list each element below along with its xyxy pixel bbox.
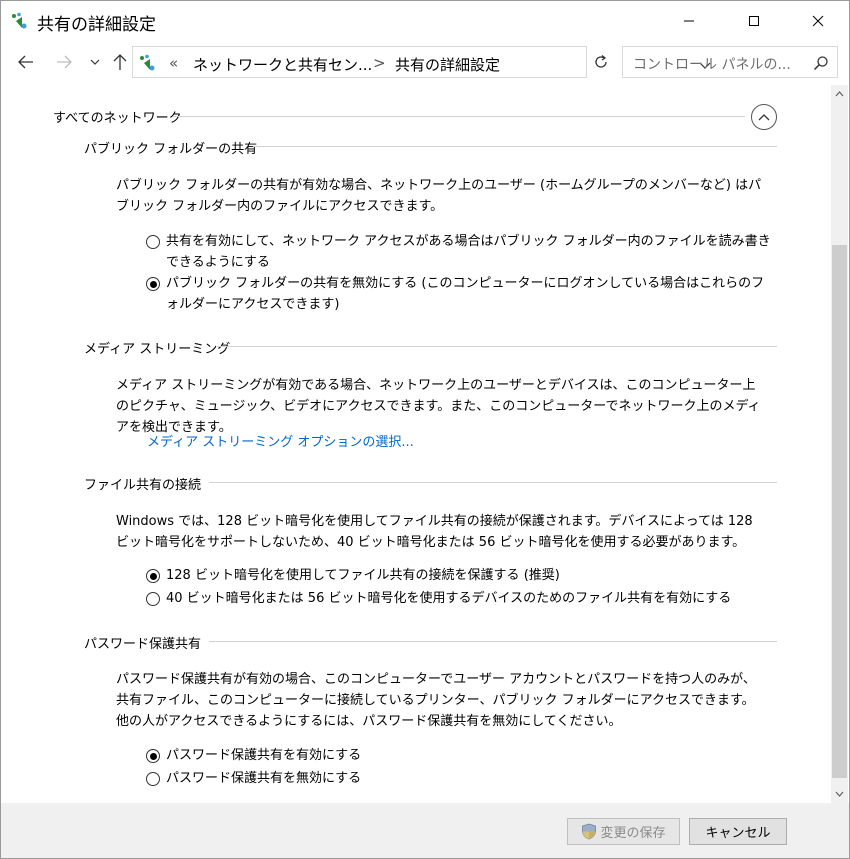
window: 共有の詳細設定 « ネットワークと共有セン... > 共有の詳細設定 コントロー… [0, 0, 850, 859]
media-streaming-heading: メディア ストリーミング [84, 342, 231, 357]
divider [173, 116, 745, 117]
public-folder-sharing-heading: パブリック フォルダーの共有 [84, 142, 258, 157]
breadcrumb-separator[interactable]: > [373, 54, 386, 72]
option-label[interactable]: 128 ビット暗号化を使用してファイル共有の接続を保護する (推奨) [166, 565, 560, 586]
save-changes-label: 変更の保存 [600, 826, 666, 841]
divider [253, 146, 777, 147]
search-input[interactable]: コントロール パネルの... [633, 54, 791, 74]
password-protected-sharing-description: パスワード保護共有が有効の場合、このコンピューターでユーザー アカウントとパスワ… [116, 672, 756, 729]
file-sharing-connections-description: Windows では、128 ビット暗号化を使用してファイル共有の接続が保護され… [116, 514, 753, 550]
radio-button[interactable] [146, 277, 160, 291]
maximize-icon [749, 16, 759, 26]
settings-content: すべてのネットワーク パブリック フォルダーの共有 パブリック フォルダーの共有… [1, 85, 831, 803]
search-box[interactable]: コントロール パネルの... [622, 46, 838, 78]
option-label[interactable]: パスワード保護共有を無効にする [166, 768, 361, 789]
option-label[interactable]: 40 ビット暗号化または 56 ビット暗号化を使用するデバイスのためのファイル共… [166, 588, 731, 609]
option-label[interactable]: 共有を有効にして、ネットワーク アクセスがある場合はパブリック フォルダー内のフ… [166, 231, 776, 273]
public-sharing-off-option[interactable]: パブリック フォルダーの共有を無効にする (このコンピューターにログオンしている… [146, 273, 776, 315]
password-sharing-off-option[interactable]: パスワード保護共有を無効にする [146, 768, 776, 789]
breadcrumb-overflow[interactable]: « [169, 54, 178, 72]
search-icon[interactable] [813, 55, 829, 75]
option-label[interactable]: パスワード保護共有を有効にする [166, 745, 361, 766]
close-button[interactable] [795, 1, 841, 41]
chevron-down-icon [90, 59, 100, 65]
cancel-button[interactable]: キャンセル [689, 818, 787, 845]
network-icon [11, 12, 29, 30]
radio-button[interactable] [146, 569, 160, 583]
password-protected-sharing-heading: パスワード保護共有 [84, 637, 202, 652]
scroll-down-button[interactable] [831, 785, 848, 802]
divider [209, 641, 777, 642]
collapse-button[interactable] [751, 104, 777, 130]
public-sharing-on-option[interactable]: 共有を有効にして、ネットワーク アクセスがある場合はパブリック フォルダー内のフ… [146, 231, 776, 273]
recent-locations-button[interactable] [84, 51, 106, 73]
all-networks-heading: すべてのネットワーク [53, 111, 182, 126]
address-bar[interactable]: « ネットワークと共有セン... > 共有の詳細設定 [132, 46, 711, 78]
radio-button[interactable] [146, 235, 160, 249]
refresh-button[interactable] [589, 46, 613, 78]
save-changes-button[interactable]: 変更の保存 [567, 818, 680, 845]
title-bar: 共有の詳細設定 [1, 1, 849, 41]
chevron-up-icon [758, 114, 770, 121]
back-button[interactable] [15, 51, 37, 73]
option-label[interactable]: パブリック フォルダーの共有を無効にする (このコンピューターにログオンしている… [166, 273, 776, 315]
footer-bar: 変更の保存 キャンセル [1, 803, 849, 858]
media-streaming-description: メディア ストリーミングが有効である場合、ネットワーク上のユーザーとデバイスは、… [116, 378, 761, 435]
arrow-left-icon [18, 55, 33, 69]
cancel-label: キャンセル [705, 826, 771, 841]
chevron-up-icon [835, 90, 844, 96]
scroll-thumb[interactable] [832, 245, 847, 778]
encryption-40-56-option[interactable]: 40 ビット暗号化または 56 ビット暗号化を使用するデバイスのためのファイル共… [146, 588, 776, 609]
window-title: 共有の詳細設定 [37, 15, 156, 35]
up-button[interactable] [109, 51, 131, 73]
radio-button[interactable] [146, 772, 160, 786]
encryption-128-option[interactable]: 128 ビット暗号化を使用してファイル共有の接続を保護する (推奨) [146, 565, 776, 586]
arrow-right-icon [57, 55, 72, 69]
scroll-up-button[interactable] [831, 85, 848, 102]
forward-button[interactable] [53, 51, 75, 73]
chevron-down-icon [835, 791, 844, 797]
password-sharing-on-option[interactable]: パスワード保護共有を有効にする [146, 745, 776, 766]
minimize-button[interactable] [666, 1, 712, 41]
close-icon [812, 15, 824, 27]
arrow-up-icon [113, 54, 127, 70]
file-sharing-connections-heading: ファイル共有の接続 [84, 478, 202, 493]
vertical-scrollbar[interactable] [831, 85, 848, 803]
uac-shield-icon [582, 823, 597, 840]
radio-button[interactable] [146, 592, 160, 606]
network-icon [139, 54, 157, 76]
breadcrumb-network-center[interactable]: ネットワークと共有セン... [193, 54, 372, 75]
media-streaming-options-link[interactable]: メディア ストリーミング オプションの選択... [147, 431, 414, 450]
divider [217, 346, 777, 347]
navigation-bar: « ネットワークと共有セン... > 共有の詳細設定 コントロール パネルの..… [1, 41, 849, 85]
radio-button[interactable] [146, 749, 160, 763]
breadcrumb-advanced-sharing[interactable]: 共有の詳細設定 [395, 54, 500, 75]
refresh-icon [595, 55, 607, 68]
divider [209, 482, 777, 483]
minimize-icon [684, 20, 694, 22]
maximize-button[interactable] [731, 1, 777, 41]
public-folder-sharing-description: パブリック フォルダーの共有が有効な場合、ネットワーク上のユーザー (ホームグル… [116, 178, 762, 214]
